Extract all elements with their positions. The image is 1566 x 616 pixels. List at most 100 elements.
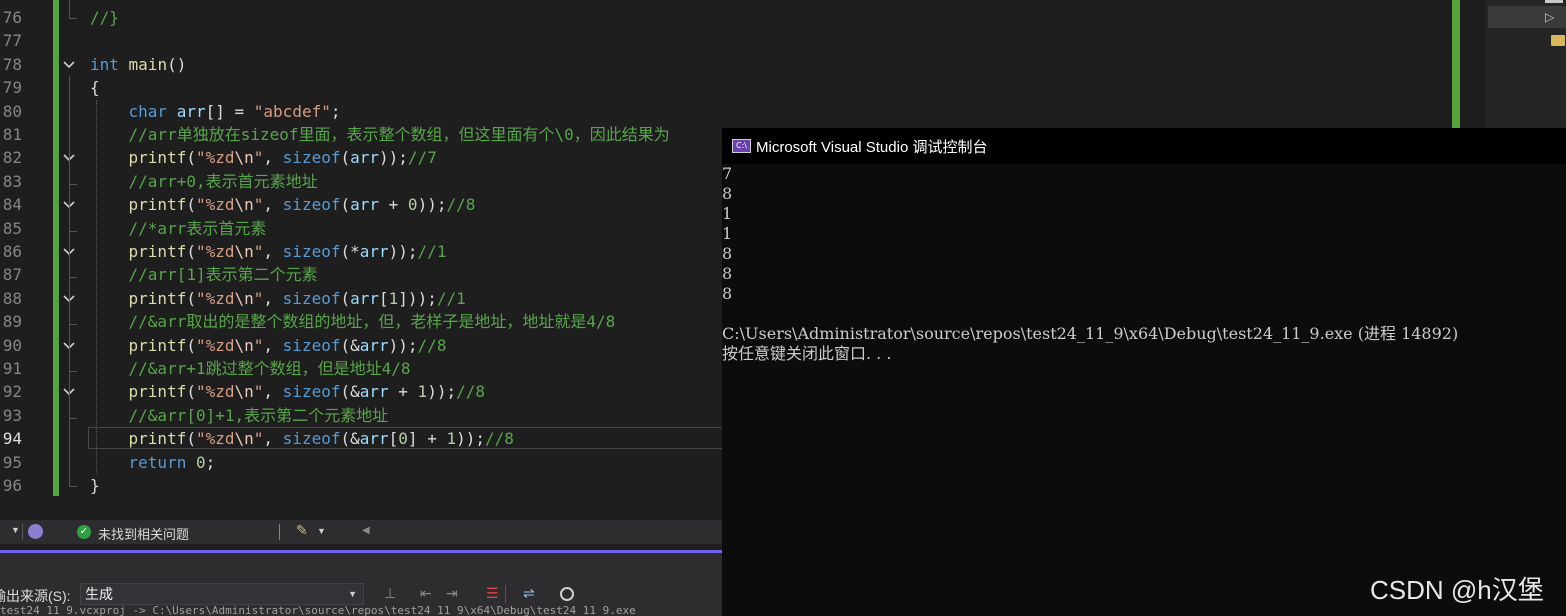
chevron-down-icon[interactable]: ▼: [11, 525, 20, 535]
scrollbar-change-marker[interactable]: [1452, 0, 1460, 128]
code-token: ,: [263, 242, 283, 261]
editor-status-bar: ▼ ✓ 未找到相关问题 ✎ ▼ ◀: [0, 520, 722, 544]
code-token: (: [186, 382, 196, 402]
code-line[interactable]: //}: [90, 6, 119, 29]
code-line[interactable]: //&arr[0]+1,表示第二个元素地址: [90, 404, 389, 427]
line-number: 82: [2, 148, 22, 168]
code-line[interactable]: printf("%zd\n", sizeof(&arr));//8: [90, 334, 447, 357]
prev-message-icon[interactable]: ⇤: [420, 585, 432, 602]
line-number: 91: [2, 359, 22, 378]
line-number: 93: [2, 405, 22, 425]
code-token: arr: [350, 288, 380, 308]
code-token: +: [388, 382, 418, 402]
code-token: ,: [263, 148, 283, 168]
code-token: (): [167, 54, 187, 74]
find-message-icon[interactable]: ⊥: [384, 585, 396, 602]
code-token: //}: [90, 8, 119, 27]
word-wrap-icon[interactable]: ⇌: [523, 585, 535, 602]
code-line[interactable]: //arr单独放在sizeof里面，表示整个数组，但这里面有个\0，因此结果为: [90, 123, 670, 146]
divider: [279, 524, 280, 540]
code-line[interactable]: printf("%zd\n", sizeof(&arr + 1));//8: [90, 380, 485, 403]
output-source-select[interactable]: 生成 ▼: [80, 583, 364, 605]
code-cleanup-icon[interactable]: ✎: [296, 522, 308, 539]
code-token: 1: [446, 429, 457, 449]
code-line[interactable]: //&arr+1跳过整个数组，但是地址4/8: [90, 357, 411, 380]
console-line: 8: [722, 264, 733, 283]
copilot-icon[interactable]: [28, 524, 43, 539]
code-token: char: [128, 101, 168, 121]
code-token: printf: [128, 382, 187, 402]
fold-guide: [69, 169, 70, 184]
solution-explorer-row[interactable]: [1488, 6, 1566, 28]
code-token: //*arr表示首元素: [128, 218, 267, 238]
fold-chevron-icon[interactable]: [62, 58, 76, 72]
code-line[interactable]: //arr+0,表示首元素地址: [90, 170, 318, 193]
expand-arrow-icon[interactable]: ▷: [1545, 10, 1554, 24]
fold-guide-end: [69, 371, 77, 372]
code-token: sizeof: [282, 429, 341, 449]
fold-guide: [69, 0, 70, 18]
code-token: ));: [388, 242, 418, 261]
code-line[interactable]: //*arr表示首元素: [90, 217, 267, 240]
code-line[interactable]: //&arr取出的是整个数组的地址，但，老样子是地址，地址就是4/8: [90, 310, 616, 333]
pane-edge-marker: [1545, 0, 1563, 3]
code-token: [] =: [205, 101, 254, 121]
code-token: //8: [456, 382, 485, 402]
line-number: 80: [2, 101, 22, 121]
code-token: ;: [330, 101, 341, 121]
code-token: "%zd: [195, 429, 235, 449]
code-token: arr: [350, 195, 380, 215]
code-token: printf: [128, 148, 187, 168]
code-token: //8: [446, 195, 476, 215]
code-line[interactable]: printf("%zd\n", sizeof(&arr[0] + 1));//8: [90, 427, 514, 450]
fold-guide-end: [69, 183, 77, 185]
fold-guide-end: [69, 417, 77, 419]
code-token: ": [253, 382, 264, 402]
code-line[interactable]: int main(): [90, 53, 186, 76]
code-line[interactable]: //arr[1]表示第二个元素: [90, 263, 318, 286]
code-token: "%zd: [195, 242, 235, 261]
line-number: 81: [2, 125, 22, 144]
scroll-left-icon[interactable]: ◀: [362, 525, 370, 536]
code-token: "%zd: [195, 382, 235, 402]
next-message-icon[interactable]: ⇥: [446, 585, 458, 602]
code-line[interactable]: return 0;: [90, 451, 216, 474]
chevron-down-icon[interactable]: ▼: [348, 584, 357, 604]
line-number: 76: [2, 8, 22, 27]
code-token: printf: [128, 288, 187, 308]
clock-icon[interactable]: [560, 587, 574, 601]
code-token: \n: [234, 288, 254, 308]
code-token: {: [90, 78, 100, 98]
line-number: 78: [2, 54, 22, 74]
line-number: 85: [2, 218, 22, 238]
issues-status-text[interactable]: 未找到相关问题: [98, 524, 189, 543]
console-title-bar[interactable]: C:\ Microsoft Visual Studio 调试控制台: [722, 128, 1566, 164]
code-token: ": [253, 429, 264, 449]
code-line[interactable]: printf("%zd\n", sizeof(*arr));//1: [90, 240, 447, 263]
code-token: arr: [359, 382, 389, 402]
code-token: printf: [128, 429, 187, 449]
line-number: 92: [2, 382, 22, 402]
code-line[interactable]: printf("%zd\n", sizeof(arr + 0));//8: [90, 193, 476, 216]
code-token: arr: [359, 242, 389, 261]
chevron-down-icon[interactable]: ▼: [317, 526, 326, 536]
debug-console-window[interactable]: C:\ Microsoft Visual Studio 调试控制台 781188…: [722, 128, 1566, 616]
code-token: \n: [234, 195, 254, 215]
clear-all-icon[interactable]: ☰: [486, 585, 499, 602]
code-token: printf: [128, 195, 187, 215]
code-line[interactable]: char arr[] = "abcdef";: [90, 100, 341, 123]
console-line: 8: [722, 184, 733, 203]
code-token: ] +: [407, 429, 447, 449]
code-line[interactable]: printf("%zd\n", sizeof(arr));//7: [90, 146, 437, 169]
code-token: //&arr+1跳过整个数组，但是地址4/8: [128, 359, 411, 378]
code-token: "%zd: [195, 288, 235, 308]
code-token: \n: [234, 148, 254, 168]
fold-guide-end: [69, 230, 77, 232]
code-token: ,: [263, 195, 283, 215]
code-token: [: [379, 288, 389, 308]
code-line[interactable]: }: [90, 474, 100, 497]
code-line[interactable]: {: [90, 76, 100, 99]
code-token: (: [186, 335, 196, 355]
code-line[interactable]: printf("%zd\n", sizeof(arr[1]));//1: [90, 287, 466, 310]
